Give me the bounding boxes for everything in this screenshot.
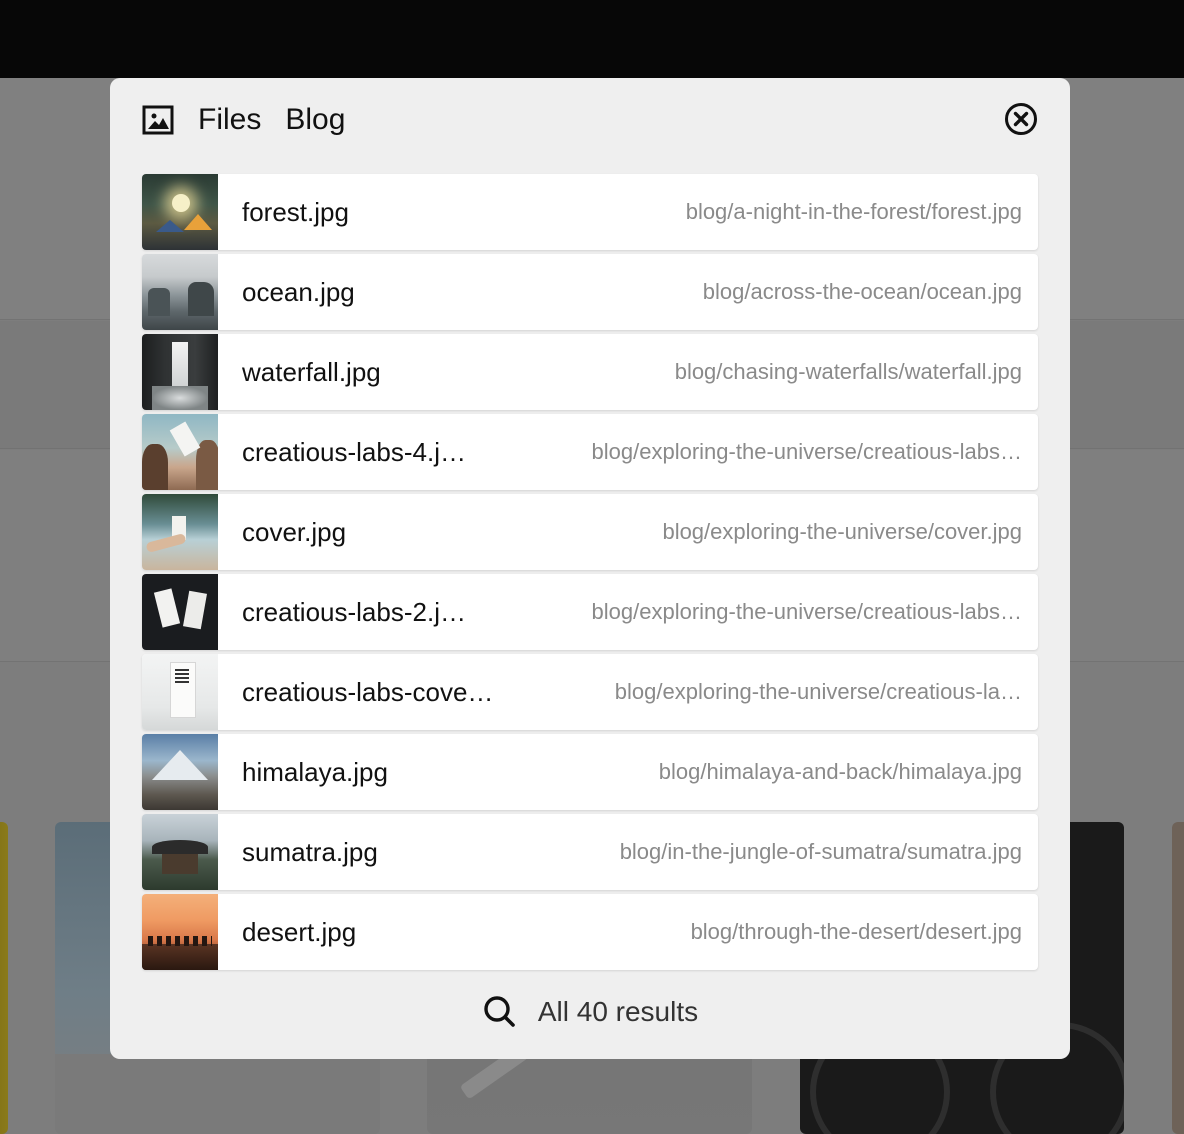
result-row[interactable]: forest.jpg blog/a-night-in-the-forest/fo… [142,174,1038,250]
thumbnail [142,894,218,970]
thumbnail [142,254,218,330]
result-row[interactable]: sumatra.jpg blog/in-the-jungle-of-sumatr… [142,814,1038,890]
file-name: himalaya.jpg [242,756,388,787]
file-path: blog/chasing-waterfalls/waterfall.jpg [674,359,1022,384]
results-list: forest.jpg blog/a-night-in-the-forest/fo… [142,174,1038,974]
dialog-title: Files [198,103,262,136]
file-name: cover.jpg [242,516,347,547]
result-row[interactable]: waterfall.jpg blog/chasing-waterfalls/wa… [142,334,1038,410]
file-name: waterfall.jpg [242,356,381,387]
app-topbar [0,0,1184,78]
thumbnail [142,334,218,410]
backdrop-card [0,822,8,1134]
result-row[interactable]: desert.jpg blog/through-the-desert/deser… [142,894,1038,970]
result-row[interactable]: ocean.jpg blog/across-the-ocean/ocean.jp… [142,254,1038,330]
thumbnail [142,734,218,810]
file-path: blog/exploring-the-universe/creatious-la… [614,679,1022,704]
file-name: creatious-labs-cove… [242,676,494,707]
close-button[interactable] [1004,102,1038,136]
file-name: sumatra.jpg [242,836,378,867]
result-row[interactable]: cover.jpg blog/exploring-the-universe/co… [142,494,1038,570]
thumbnail [142,174,218,250]
image-icon [142,104,174,136]
result-row[interactable]: himalaya.jpg blog/himalaya-and-back/hima… [142,734,1038,810]
search-icon [482,994,518,1030]
backdrop-card [1172,822,1184,1134]
all-results-label: All 40 results [537,996,699,1027]
close-circle-icon [1005,103,1037,135]
file-path: blog/exploring-the-universe/cover.jpg [662,519,1022,544]
thumbnail [142,414,218,490]
file-path: blog/a-night-in-the-forest/forest.jpg [685,199,1022,224]
file-path: blog/through-the-desert/desert.jpg [690,919,1022,944]
result-row[interactable]: creatious-labs-cove… blog/exploring-the-… [142,654,1038,730]
thumbnail [142,814,218,890]
result-row[interactable]: creatious-labs-2.j… blog/exploring-the-u… [142,574,1038,650]
file-path: blog/exploring-the-universe/creatious-la… [591,599,1022,624]
file-name: ocean.jpg [242,276,355,307]
file-name: desert.jpg [242,916,357,947]
dialog-subtitle: Blog [285,103,346,136]
file-name: creatious-labs-4.j… [242,436,466,467]
all-results-button[interactable]: All 40 results [110,992,1070,1032]
files-dialog: Files Blog forest.jpg blog/a-night-in-th… [110,78,1070,1059]
result-row[interactable]: creatious-labs-4.j… blog/exploring-the-u… [142,414,1038,490]
file-path: blog/exploring-the-universe/creatious-la… [591,439,1022,464]
file-name: creatious-labs-2.j… [242,596,466,627]
thumbnail [142,574,218,650]
file-path: blog/in-the-jungle-of-sumatra/sumatra.jp… [619,839,1022,864]
file-name: forest.jpg [242,196,349,227]
thumbnail [142,654,218,730]
dialog-header: Files Blog [142,100,1038,140]
thumbnail [142,494,218,570]
file-path: blog/himalaya-and-back/himalaya.jpg [658,759,1022,784]
file-path: blog/across-the-ocean/ocean.jpg [702,279,1022,304]
